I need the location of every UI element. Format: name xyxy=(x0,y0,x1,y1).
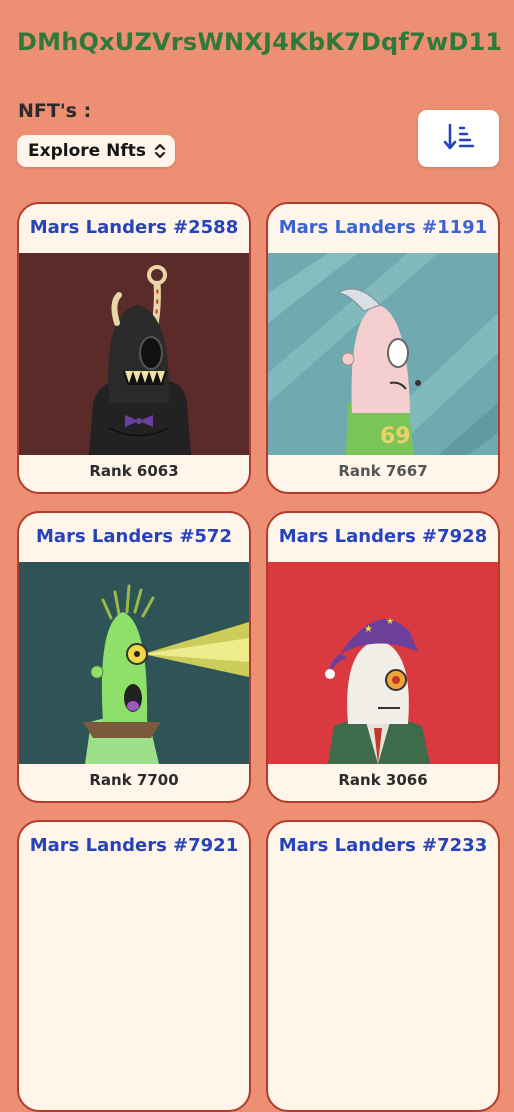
nft-rank: Rank 7667 xyxy=(338,462,428,480)
nft-name: Mars Landers #1191 xyxy=(278,217,488,238)
nft-card[interactable]: Mars Landers #7233 xyxy=(266,820,500,1112)
nft-card[interactable]: Mars Landers #2588 Rank 6063 xyxy=(17,202,251,494)
nft-rank: Rank 6063 xyxy=(89,462,179,480)
nft-card[interactable]: Mars Landers #7928 ★ ★ Rank 3066 xyxy=(266,511,500,803)
nft-name: Mars Landers #7928 xyxy=(278,526,488,547)
nft-name: Mars Landers #2588 xyxy=(29,217,239,238)
nft-image xyxy=(19,562,249,764)
nft-image: ★ ★ xyxy=(268,562,498,764)
nft-rank: Rank 3066 xyxy=(338,771,428,789)
nft-card[interactable]: Mars Landers #572 Rank 7700 xyxy=(17,511,251,803)
nfts-label: NFT's : xyxy=(18,100,92,122)
svg-text:69: 69 xyxy=(380,424,411,449)
chevron-up-down-icon xyxy=(154,143,166,159)
nft-card[interactable]: Mars Landers #7921 xyxy=(17,820,251,1112)
svg-text:★: ★ xyxy=(386,617,394,627)
nft-name: Mars Landers #572 xyxy=(36,526,232,547)
sort-button[interactable] xyxy=(418,110,499,167)
explore-nfts-dropdown[interactable]: Explore Nfts xyxy=(17,135,175,167)
svg-text:★: ★ xyxy=(364,624,373,635)
nft-rank: Rank 7700 xyxy=(89,771,179,789)
nft-name: Mars Landers #7921 xyxy=(29,835,239,856)
nft-image: 69 xyxy=(268,253,498,455)
sort-descending-icon xyxy=(442,122,476,156)
nft-image xyxy=(19,253,249,455)
nft-card[interactable]: Mars Landers #1191 69 Rank 7667 xyxy=(266,202,500,494)
wallet-address: DMhQxUZVrsWNXJ4KbK7Dqf7wD11 xyxy=(17,28,503,56)
dropdown-selected-value: Explore Nfts xyxy=(28,141,146,161)
nft-name: Mars Landers #7233 xyxy=(278,835,488,856)
